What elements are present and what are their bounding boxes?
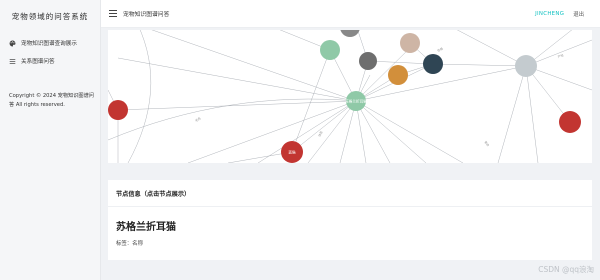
graph-node[interactable] <box>388 65 408 85</box>
graph-node[interactable] <box>320 40 340 60</box>
node-info-header: 节点信息（点击节点展示） <box>108 180 592 207</box>
graph-edge <box>117 100 357 111</box>
edge-label: 性格 <box>436 46 444 53</box>
graph-edge <box>127 30 152 163</box>
graph-edge <box>457 30 527 67</box>
sidebar-item-label: 宠物知识图谱查询展示 <box>21 41 77 47</box>
sidebar-item-label: 关系图谱问答 <box>21 59 55 65</box>
top-bar: 宠物知识图谱问答 JINCHENG 退出 <box>101 0 600 28</box>
edge-label: 体型 <box>316 130 323 138</box>
graph-edge <box>355 65 527 102</box>
sidebar-menu: 宠物知识图谱查询展示 关系图谱问答 <box>0 36 100 68</box>
copyright-text: Copyright © 2024 宠物知识图谱问答 All rights res… <box>9 93 94 108</box>
graph-node[interactable] <box>559 111 581 133</box>
node-name: 苏格兰折耳猫 <box>116 222 176 233</box>
graph-edge <box>497 65 527 163</box>
graph-node[interactable] <box>400 33 420 53</box>
sidebar-item-graph-query[interactable]: 宠物知识图谱查询展示 <box>0 36 100 50</box>
edge-label: 产地 <box>557 52 564 59</box>
graph-edge <box>432 63 527 67</box>
graph-node[interactable] <box>359 52 377 70</box>
edge-label: 寿命 <box>483 140 491 148</box>
sidebar: 宠物领域的问答系统 宠物知识图谱查询展示 关系图谱问答 Copyright © … <box>0 0 101 280</box>
knowledge-graph[interactable]: 毛色 体型 性格 产地 寿命 苏格兰折耳猫 蓝猫 <box>108 30 592 163</box>
watermark: CSDN @qq浪淘 <box>538 265 594 274</box>
node-tags: 标签：名称 <box>116 241 143 247</box>
graph-edge <box>187 100 357 163</box>
graph-edge <box>355 100 464 163</box>
node-info-panel: 节点信息（点击节点展示） 苏格兰折耳猫 标签：名称 <box>108 180 592 260</box>
graph-edge <box>257 100 357 163</box>
graph-edge <box>307 100 357 163</box>
app-title: 宠物领域的问答系统 <box>11 11 89 21</box>
graph-node[interactable] <box>108 100 128 120</box>
graph-node[interactable] <box>423 54 443 74</box>
sidebar-item-relation-qa[interactable]: 关系图谱问答 <box>0 54 100 68</box>
palette-icon <box>9 40 16 47</box>
menu-toggle-icon[interactable] <box>109 10 117 17</box>
knowledge-graph-panel[interactable]: 毛色 体型 性格 产地 寿命 苏格兰折耳猫 蓝猫 <box>108 30 592 163</box>
user-name[interactable]: JINCHENG <box>535 11 564 17</box>
graph-edge <box>151 30 357 102</box>
graph-node-label: 苏格兰折耳猫 <box>345 99 367 104</box>
graph-node[interactable] <box>340 30 360 37</box>
page-title: 宠物知识图谱问答 <box>123 12 170 18</box>
list-icon <box>9 58 16 65</box>
graph-node[interactable] <box>515 55 537 77</box>
graph-edge <box>355 100 427 163</box>
graph-node-label: 蓝猫 <box>288 150 296 155</box>
logout-link[interactable]: 退出 <box>573 10 584 18</box>
graph-edge <box>117 57 357 102</box>
graph-edge <box>525 65 539 163</box>
edge-label: 毛色 <box>194 115 202 122</box>
graph-nodes[interactable]: 苏格兰折耳猫 蓝猫 <box>108 30 581 163</box>
